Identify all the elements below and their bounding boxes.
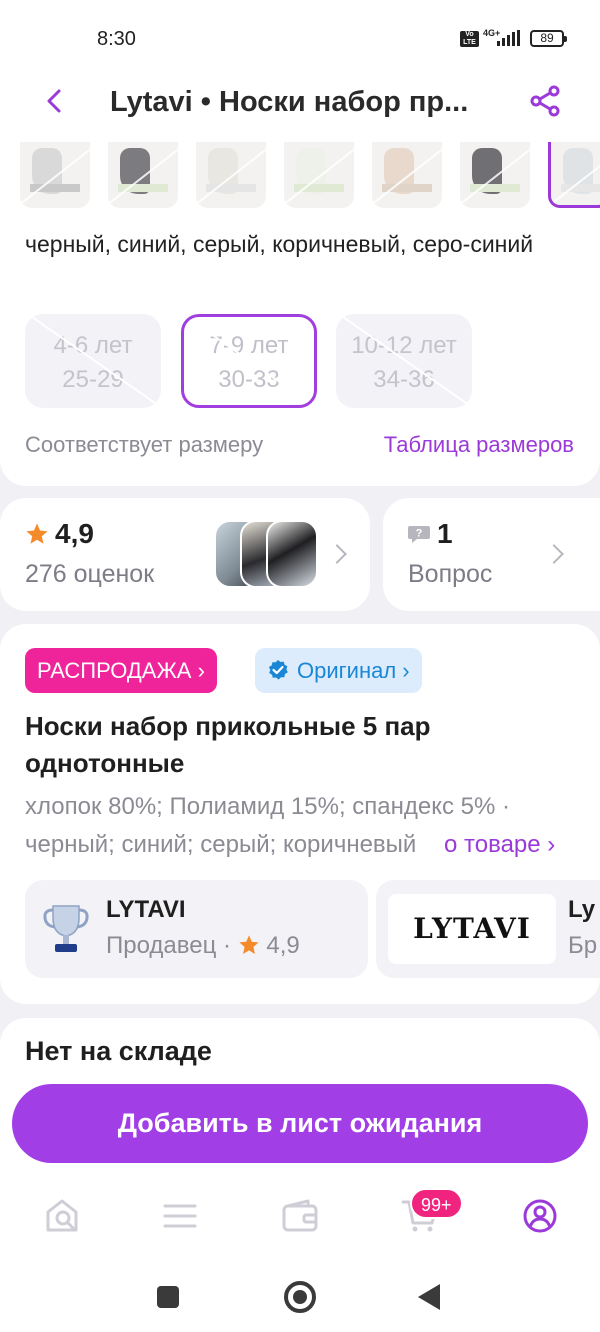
- svg-text:?: ?: [416, 528, 423, 540]
- seller-name: LYTAVI: [106, 896, 186, 923]
- size-option[interactable]: 10-12 лет 34-36: [336, 314, 472, 408]
- color-thumbnail[interactable]: [372, 142, 442, 208]
- question-count: 1: [437, 518, 453, 549]
- recents-icon[interactable]: [157, 1286, 179, 1308]
- question-bubble-icon: ?: [408, 526, 430, 543]
- add-to-waitlist-button[interactable]: Добавить в лист ожидания: [12, 1084, 588, 1163]
- page-title: Lytavi • Носки набор пр...: [110, 86, 469, 118]
- status-bar: 8:30 Vo LTE 4G+ 89: [0, 0, 600, 80]
- color-thumbnail-selected[interactable]: [548, 142, 600, 208]
- selected-colors-text: черный, синий, серый, коричневый, серо-с…: [25, 231, 534, 257]
- trophy-icon: [43, 905, 89, 952]
- rating-score: 4,9: [55, 518, 94, 549]
- chevron-right-icon: [544, 544, 564, 564]
- system-navigation-bar: [0, 1256, 600, 1332]
- color-thumbnail[interactable]: [460, 142, 530, 208]
- review-photo: [266, 520, 318, 588]
- size-option-size: 25-29: [62, 366, 124, 393]
- tab-home-search-icon[interactable]: [42, 1196, 82, 1236]
- top-app-bar: Lytavi • Носки набор пр...: [0, 80, 600, 142]
- tab-catalog-icon[interactable]: [160, 1196, 200, 1236]
- back-arrow-icon[interactable]: [38, 84, 72, 118]
- size-table-link[interactable]: Таблица размеров: [384, 432, 574, 458]
- share-icon[interactable]: [528, 84, 562, 118]
- questions-card[interactable]: ? 1 Вопрос: [383, 498, 600, 611]
- tab-profile-icon[interactable]: [520, 1196, 560, 1236]
- product-info-card: РАСПРОДАЖА › Оригинал › Носки набор прик…: [0, 624, 600, 1004]
- original-badge[interactable]: Оригинал ›: [255, 648, 422, 693]
- status-time: 8:30: [97, 28, 136, 50]
- size-option[interactable]: 4-6 лет 25-29: [25, 314, 161, 408]
- size-option-age: 10-12 лет: [351, 332, 457, 359]
- volte-icon: Vo LTE: [460, 31, 479, 47]
- tab-wallet-icon[interactable]: [280, 1196, 320, 1236]
- home-icon[interactable]: [284, 1281, 316, 1313]
- question-label: Вопрос: [408, 560, 493, 588]
- about-product-link[interactable]: о товаре ›: [424, 826, 556, 864]
- seller-role-label: Продавец ·: [106, 932, 232, 959]
- brand-logo: LYTAVI: [388, 894, 556, 964]
- cart-count-badge: 99+: [410, 1188, 463, 1219]
- brand-name: Ly: [568, 896, 596, 923]
- variant-selector: черный, синий, серый, коричневый, серо-с…: [0, 142, 600, 486]
- size-option-age: 7-9 лет: [209, 332, 289, 359]
- brand-role: Бр: [568, 932, 598, 959]
- sale-badge[interactable]: РАСПРОДАЖА ›: [25, 648, 217, 693]
- color-thumbnail[interactable]: [20, 142, 90, 208]
- out-of-stock-title: Нет на складе: [25, 1036, 212, 1066]
- star-icon: [26, 523, 48, 544]
- size-option-age: 4-6 лет: [53, 332, 133, 359]
- product-name: Носки набор прикольные 5 пар однотонные: [25, 711, 431, 778]
- size-fit-text: Соответствует размеру: [25, 432, 264, 457]
- color-thumbnail[interactable]: [284, 142, 354, 208]
- color-thumbnail[interactable]: [108, 142, 178, 208]
- system-back-icon[interactable]: [418, 1284, 440, 1310]
- bottom-tab-bar: [0, 1182, 600, 1256]
- original-badge-label: Оригинал ›: [297, 658, 410, 683]
- seller-card[interactable]: LYTAVI Продавец · 4,9: [25, 880, 368, 978]
- rating-summary-card[interactable]: 4,9 276 оценок: [0, 498, 370, 611]
- size-option-size: 30-33: [218, 366, 280, 393]
- verified-check-icon: [268, 660, 288, 680]
- brand-card[interactable]: LYTAVI Ly Бр: [376, 880, 600, 978]
- seller-role: Продавец · 4,9: [106, 932, 300, 960]
- seller-rating: 4,9: [266, 932, 300, 959]
- rating-count: 276 оценок: [25, 560, 155, 588]
- color-thumbnails: [20, 142, 600, 212]
- size-option-selected[interactable]: 7-9 лет 30-33: [181, 314, 317, 408]
- battery-icon: 89: [530, 30, 567, 47]
- review-photos[interactable]: [214, 520, 324, 588]
- color-thumbnail[interactable]: [196, 142, 266, 208]
- size-option-size: 34-36: [373, 366, 435, 393]
- star-icon: [239, 935, 259, 954]
- signal-icon: [497, 30, 520, 46]
- chevron-right-icon: [327, 544, 347, 564]
